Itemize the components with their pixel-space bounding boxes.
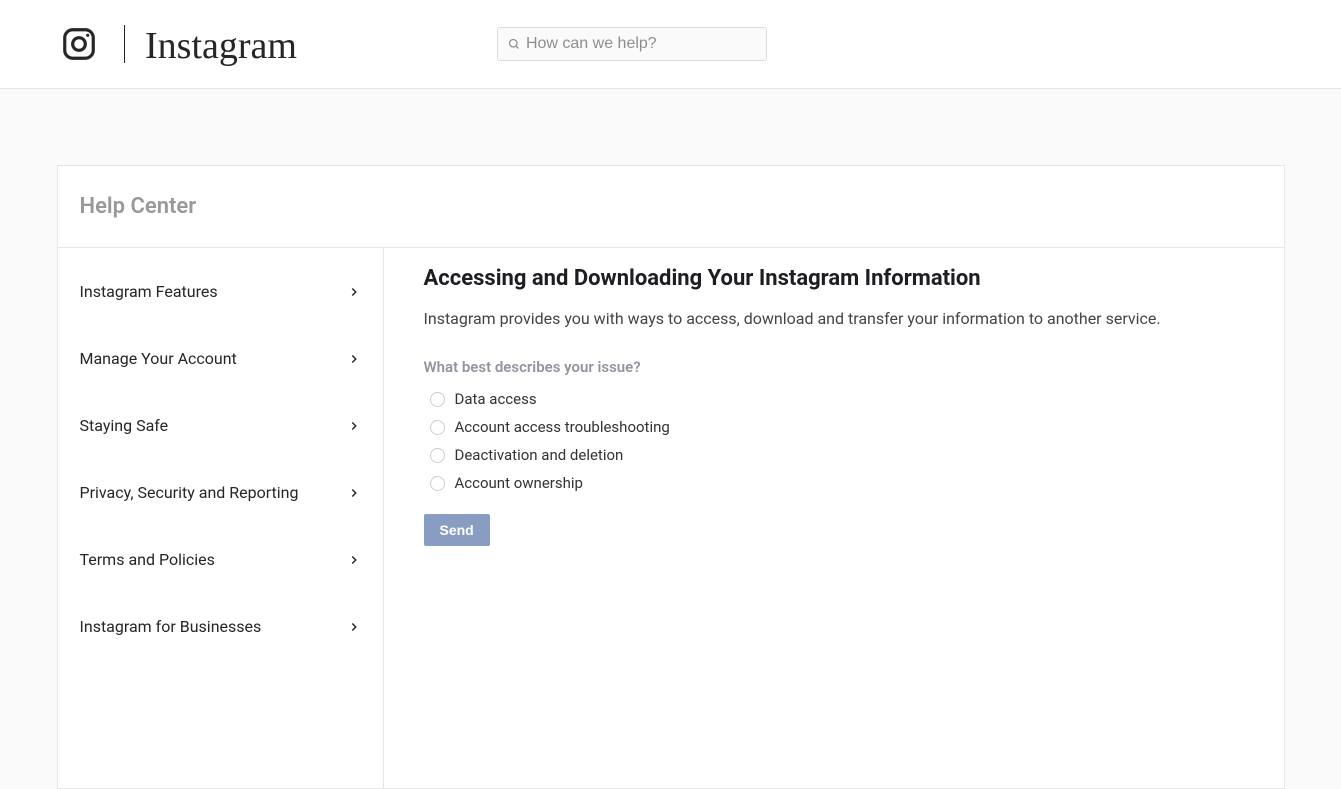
radio-icon bbox=[430, 392, 445, 407]
instagram-wordmark: Instagram bbox=[145, 24, 297, 68]
option-data-access[interactable]: Data access bbox=[424, 390, 1244, 408]
sidebar-item-staying-safe[interactable]: Staying Safe bbox=[58, 392, 383, 459]
option-label: Data access bbox=[455, 390, 537, 408]
article-main: Accessing and Downloading Your Instagram… bbox=[384, 248, 1284, 788]
chevron-right-icon bbox=[347, 553, 361, 567]
radio-icon bbox=[430, 476, 445, 491]
sidebar-item-label: Privacy, Security and Reporting bbox=[80, 483, 299, 502]
chevron-right-icon bbox=[347, 419, 361, 433]
radio-icon bbox=[430, 448, 445, 463]
article-intro: Instagram provides you with ways to acce… bbox=[424, 309, 1244, 328]
chevron-right-icon bbox=[347, 285, 361, 299]
option-ownership[interactable]: Account ownership bbox=[424, 474, 1244, 492]
option-label: Account ownership bbox=[455, 474, 583, 492]
option-label: Account access troubleshooting bbox=[455, 418, 670, 436]
option-label: Deactivation and deletion bbox=[455, 446, 624, 464]
sidebar-item-manage-account[interactable]: Manage Your Account bbox=[58, 325, 383, 392]
search-container bbox=[497, 27, 767, 61]
search-box[interactable] bbox=[497, 27, 767, 61]
radio-icon bbox=[430, 420, 445, 435]
help-center-header: Help Center bbox=[58, 166, 1284, 248]
sidebar-item-label: Terms and Policies bbox=[80, 550, 215, 569]
body-row: Instagram Features Manage Your Account S… bbox=[58, 248, 1284, 788]
sidebar: Instagram Features Manage Your Account S… bbox=[58, 248, 384, 788]
search-input[interactable] bbox=[526, 35, 756, 53]
chevron-right-icon bbox=[347, 620, 361, 634]
sidebar-item-terms[interactable]: Terms and Policies bbox=[58, 526, 383, 593]
sidebar-item-label: Instagram Features bbox=[80, 282, 218, 301]
sidebar-item-label: Manage Your Account bbox=[80, 349, 237, 368]
sidebar-item-privacy[interactable]: Privacy, Security and Reporting bbox=[58, 459, 383, 526]
logo-group[interactable]: Instagram bbox=[60, 20, 297, 68]
logo-divider bbox=[124, 25, 125, 63]
sidebar-item-business[interactable]: Instagram for Businesses bbox=[58, 593, 383, 660]
sidebar-item-features[interactable]: Instagram Features bbox=[58, 258, 383, 325]
send-button[interactable]: Send bbox=[424, 514, 490, 546]
chevron-right-icon bbox=[347, 486, 361, 500]
top-header: Instagram bbox=[0, 0, 1341, 89]
option-account-access[interactable]: Account access troubleshooting bbox=[424, 418, 1244, 436]
sidebar-item-label: Staying Safe bbox=[80, 416, 169, 435]
chevron-right-icon bbox=[347, 352, 361, 366]
help-center-container: Help Center Instagram Features Manage Yo… bbox=[57, 165, 1285, 789]
sidebar-item-label: Instagram for Businesses bbox=[80, 617, 262, 636]
help-center-title: Help Center bbox=[80, 194, 1262, 219]
instagram-glyph-icon bbox=[60, 25, 98, 63]
article-title: Accessing and Downloading Your Instagram… bbox=[424, 266, 1244, 291]
option-deactivation[interactable]: Deactivation and deletion bbox=[424, 446, 1244, 464]
question-label: What best describes your issue? bbox=[424, 358, 1244, 376]
search-icon bbox=[508, 38, 520, 50]
